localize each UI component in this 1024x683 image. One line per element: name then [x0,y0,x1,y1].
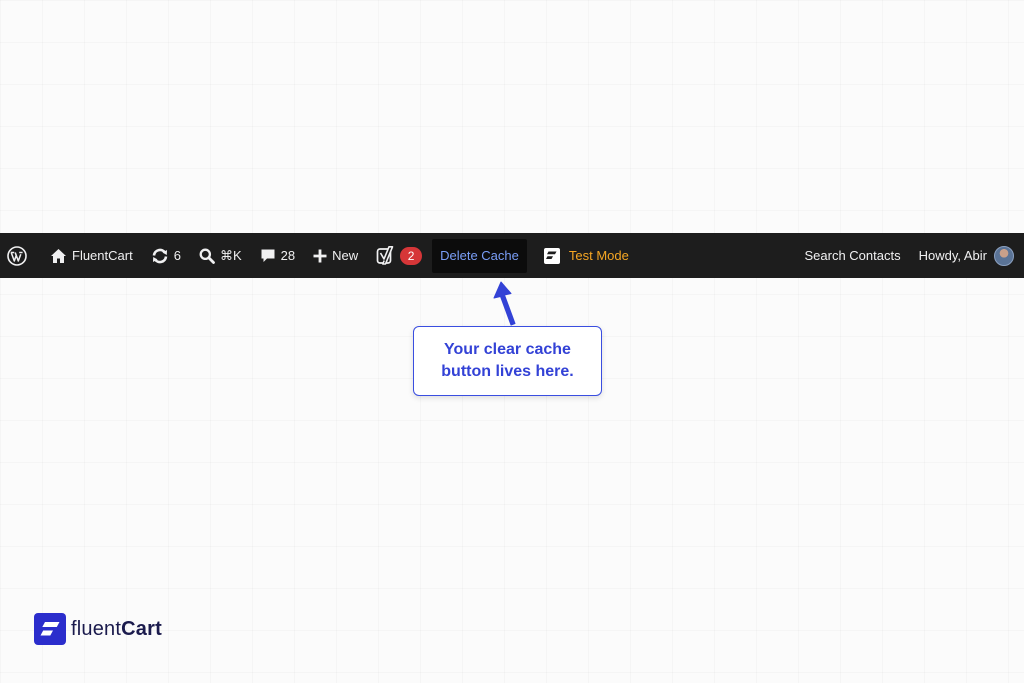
wordmark-light: fluent [71,617,122,640]
new-content-menu[interactable]: New [304,233,367,278]
callout-box: Your clear cache button lives here. [413,326,602,396]
search-icon [199,248,215,264]
comments-menu[interactable]: 28 [251,233,304,278]
updates-menu[interactable]: 6 [142,233,190,278]
wordpress-menu[interactable] [0,233,41,278]
plus-icon [313,249,327,263]
wordmark-bold: Cart [121,617,162,640]
home-icon [50,248,67,264]
test-mode-menu[interactable]: Test Mode [535,233,638,278]
account-menu[interactable]: Howdy, Abir [910,233,1014,278]
fluentcart-wordmark: fluentCart [71,618,162,641]
search-contacts-link[interactable]: Search Contacts [795,233,909,278]
wordpress-icon [7,245,27,266]
fluentcart-icon [543,247,560,264]
site-name-menu[interactable]: FluentCart [41,233,142,278]
updates-icon [151,248,169,264]
delete-cache-button[interactable]: Delete Cache [432,238,527,273]
avatar [994,245,1014,266]
callout-arrow [493,281,516,326]
search-shortcut: ⌘K [219,247,242,263]
new-label: New [332,248,359,263]
test-mode-label: Test Mode [568,248,629,263]
comment-icon [260,248,276,264]
updates-count: 6 [173,248,181,263]
comments-count: 28 [280,248,296,263]
admin-bar: FluentCart 6 ⌘K 28 New 2 Delete Cache Te… [0,233,1024,278]
yoast-menu[interactable]: 2 [367,233,431,278]
search-menu[interactable]: ⌘K [190,233,251,278]
site-name: FluentCart [72,248,133,263]
admin-bar-left: FluentCart 6 ⌘K 28 New 2 Delete Cache Te… [0,233,638,278]
fluentcart-logo: fluentCart [34,612,162,646]
howdy-label: Howdy, Abir [918,248,987,263]
yoast-icon [376,245,394,266]
admin-bar-right: Search Contacts Howdy, Abir [795,233,1024,278]
yoast-notification-badge: 2 [400,246,423,265]
fluentcart-logo-icon [34,613,66,645]
